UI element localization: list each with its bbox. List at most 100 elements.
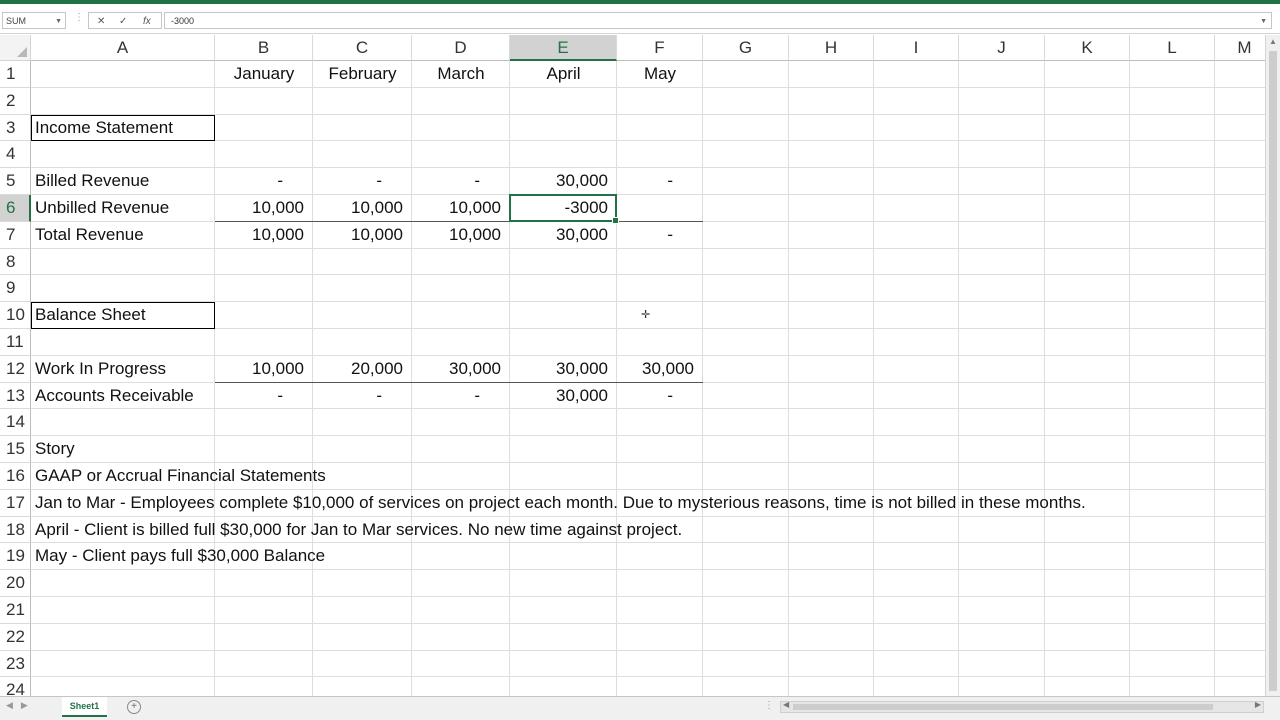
row-header-4[interactable]: 4 (0, 141, 31, 169)
column-header-d[interactable]: D (412, 35, 510, 61)
row-header-14[interactable]: 14 (0, 409, 31, 437)
column-header-c[interactable]: C (313, 35, 412, 61)
cell-a7[interactable]: Total Revenue (31, 222, 215, 249)
cell-f12[interactable]: 30,000 (617, 356, 703, 383)
row-header-10[interactable]: 10 (0, 302, 31, 329)
row-header-8[interactable]: 8 (0, 248, 31, 276)
scroll-up-icon[interactable]: ▲ (1269, 37, 1277, 46)
row-header-17[interactable]: 17 (0, 489, 31, 517)
row-header-20[interactable]: 20 (0, 570, 31, 597)
cell-c1[interactable]: February (313, 61, 412, 88)
name-box[interactable]: SUM ▼ (2, 12, 66, 29)
row-header-22[interactable]: 22 (0, 623, 31, 651)
formula-bar-splitter-icon[interactable]: ⋮ (74, 12, 85, 23)
row-header-9[interactable]: 9 (0, 275, 31, 303)
cell-b6[interactable]: 10,000 (215, 195, 313, 222)
column-header-j[interactable]: J (959, 35, 1045, 61)
cell-c12[interactable]: 20,000 (313, 356, 412, 383)
row-header-11[interactable]: 11 (0, 329, 31, 356)
cell-d5[interactable]: - (412, 168, 510, 195)
cell-b12[interactable]: 10,000 (215, 356, 313, 383)
column-header-a[interactable]: A (31, 35, 215, 61)
select-all-corner[interactable] (0, 35, 31, 61)
row-header-12[interactable]: 12 (0, 355, 31, 383)
row-header-15[interactable]: 15 (0, 436, 31, 463)
row-header-23[interactable]: 23 (0, 650, 31, 678)
cell-a13[interactable]: Accounts Receivable (31, 383, 215, 410)
row-header-13[interactable]: 13 (0, 382, 31, 410)
formula-input[interactable]: -3000 ▼ (164, 12, 1272, 29)
cell-e7[interactable]: 30,000 (510, 222, 617, 249)
cell-c5[interactable]: - (313, 168, 412, 195)
sheet-tab[interactable]: Sheet1 (62, 697, 107, 717)
chevron-down-icon[interactable]: ▼ (55, 13, 62, 30)
column-header-k[interactable]: K (1045, 35, 1130, 61)
sheet-nav-arrows-icon[interactable]: ◀▶ (6, 700, 36, 711)
cell-a17[interactable]: Jan to Mar - Employees complete $10,000 … (31, 490, 1086, 517)
column-header-b[interactable]: B (215, 35, 313, 61)
cell-d12[interactable]: 30,000 (412, 356, 510, 383)
row-header-7[interactable]: 7 (0, 221, 31, 249)
add-sheet-icon[interactable]: + (127, 700, 141, 714)
horizontal-scroll-thumb[interactable] (793, 704, 1213, 710)
row-header-1[interactable]: 1 (0, 61, 31, 88)
cell-c6[interactable]: 10,000 (313, 195, 412, 222)
expand-formula-bar-icon[interactable]: ▼ (1260, 13, 1267, 30)
cell-d6[interactable]: 10,000 (412, 195, 510, 222)
cell-a5[interactable]: Billed Revenue (31, 168, 215, 195)
row-header-19[interactable]: 19 (0, 543, 31, 571)
row-header-6[interactable]: 6 (0, 195, 31, 222)
cell-a19[interactable]: May - Client pays full $30,000 Balance (31, 543, 325, 570)
enter-icon[interactable]: ✓ (119, 13, 127, 30)
cell-c7[interactable]: 10,000 (313, 222, 412, 249)
tab-splitter-icon[interactable]: ⋮ (764, 700, 774, 711)
column-header-l[interactable]: L (1130, 35, 1215, 61)
cell-a15[interactable]: Story (31, 436, 215, 463)
cell-d1[interactable]: March (412, 61, 510, 88)
column-header-h[interactable]: H (789, 35, 874, 61)
cell-e12[interactable]: 30,000 (510, 356, 617, 383)
cell-b5[interactable]: - (215, 168, 313, 195)
row-header-21[interactable]: 21 (0, 597, 31, 624)
insert-function-icon[interactable]: fx (143, 13, 151, 30)
column-header-e[interactable]: E (510, 35, 617, 61)
cell-f7[interactable]: - (617, 222, 703, 249)
column-header-f[interactable]: F (617, 35, 703, 61)
cell-a10[interactable]: Balance Sheet (31, 302, 215, 329)
column-header-m[interactable]: M (1215, 35, 1265, 61)
row-header-24[interactable]: 24 (0, 677, 31, 696)
vertical-scrollbar[interactable]: ▲ (1265, 35, 1280, 696)
cell-d7[interactable]: 10,000 (412, 222, 510, 249)
cell-f1[interactable]: May (617, 61, 703, 88)
cell-f13[interactable]: - (617, 383, 703, 410)
cell-e1[interactable]: April (510, 61, 617, 88)
cell-f5[interactable]: - (617, 168, 703, 195)
scroll-right-icon[interactable]: ▶ (1255, 700, 1261, 709)
scroll-left-icon[interactable]: ◀ (783, 700, 789, 709)
row-header-5[interactable]: 5 (0, 168, 31, 195)
row-header-3[interactable]: 3 (0, 114, 31, 142)
cell-a18[interactable]: April - Client is billed full $30,000 fo… (31, 517, 682, 544)
worksheet-grid[interactable]: A B C D E F G H I J K L M 1 2 3 4 5 6 7 8 9 10 11 12 13 14 15 16 17 18… (0, 35, 1265, 696)
cell-a3[interactable]: Income Statement (31, 114, 215, 142)
row-header-18[interactable]: 18 (0, 516, 31, 544)
cell-d13[interactable]: - (412, 383, 510, 410)
fill-handle[interactable] (612, 216, 619, 224)
cell-e5[interactable]: 30,000 (510, 168, 617, 195)
cell-a16[interactable]: GAAP or Accrual Financial Statements (31, 463, 326, 490)
active-cell-border[interactable] (509, 194, 619, 224)
row-header-2[interactable]: 2 (0, 87, 31, 115)
row-header-16[interactable]: 16 (0, 463, 31, 490)
column-header-i[interactable]: I (874, 35, 959, 61)
vertical-scroll-thumb[interactable] (1269, 51, 1277, 691)
cell-a6[interactable]: Unbilled Revenue (31, 195, 215, 222)
horizontal-scrollbar[interactable]: ◀ ▶ (780, 700, 1264, 713)
cancel-icon[interactable]: ✕ (97, 13, 105, 30)
cell-a12[interactable]: Work In Progress (31, 356, 215, 383)
cell-b7[interactable]: 10,000 (215, 222, 313, 249)
cell-e13[interactable]: 30,000 (510, 383, 617, 410)
cell-b1[interactable]: January (215, 61, 313, 88)
column-header-g[interactable]: G (703, 35, 789, 61)
cell-c13[interactable]: - (313, 383, 412, 410)
cell-b13[interactable]: - (215, 383, 313, 410)
